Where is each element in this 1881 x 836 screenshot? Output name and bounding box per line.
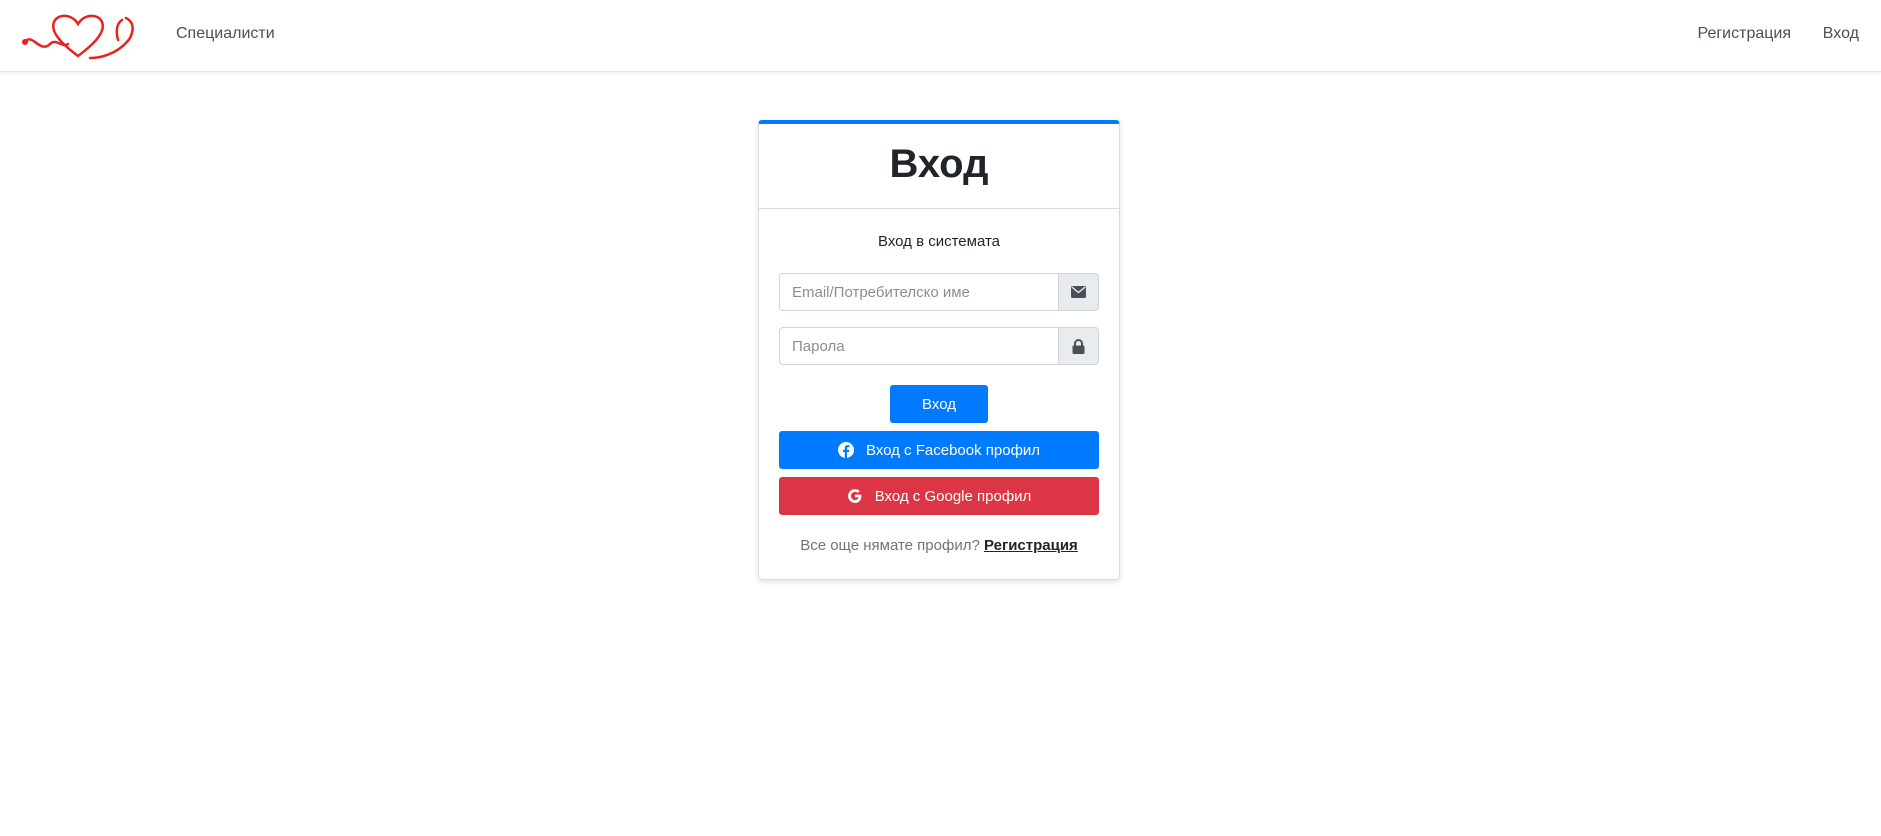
google-login-label: Вход с Google профил: [874, 487, 1032, 505]
google-icon: [847, 489, 862, 503]
google-login-button[interactable]: Вход с Google профил: [779, 477, 1099, 515]
heart-stethoscope-logo-icon[interactable]: [22, 10, 134, 60]
register-prompt: Все още нямате профил? Регистрация: [759, 537, 1119, 554]
navbar: Специалисти Регистрация Вход: [0, 0, 1881, 72]
password-input[interactable]: [779, 327, 1058, 365]
envelope-icon: [1058, 273, 1099, 311]
facebook-login-label: Вход с Facebook профил: [865, 441, 1041, 459]
nav-link-register[interactable]: Регистрация: [1697, 24, 1791, 44]
facebook-icon: [837, 442, 854, 458]
login-card-header: Вход: [759, 124, 1119, 209]
nav-link-login[interactable]: Вход: [1823, 24, 1859, 44]
login-card: Вход Вход в системата Вход: [758, 120, 1120, 580]
facebook-login-button[interactable]: Вход с Facebook профил: [779, 431, 1099, 469]
no-account-text: Все още нямате профил?: [800, 537, 980, 554]
page-title: Вход: [889, 142, 989, 186]
email-input-group: [779, 273, 1099, 311]
lock-icon: [1058, 327, 1099, 365]
register-link[interactable]: Регистрация: [984, 537, 1078, 554]
nav-link-specialists[interactable]: Специалисти: [176, 24, 275, 44]
login-button[interactable]: Вход: [890, 385, 988, 423]
login-subtitle: Вход в системата: [877, 233, 1001, 250]
email-input[interactable]: [779, 273, 1058, 311]
password-input-group: [779, 327, 1099, 365]
